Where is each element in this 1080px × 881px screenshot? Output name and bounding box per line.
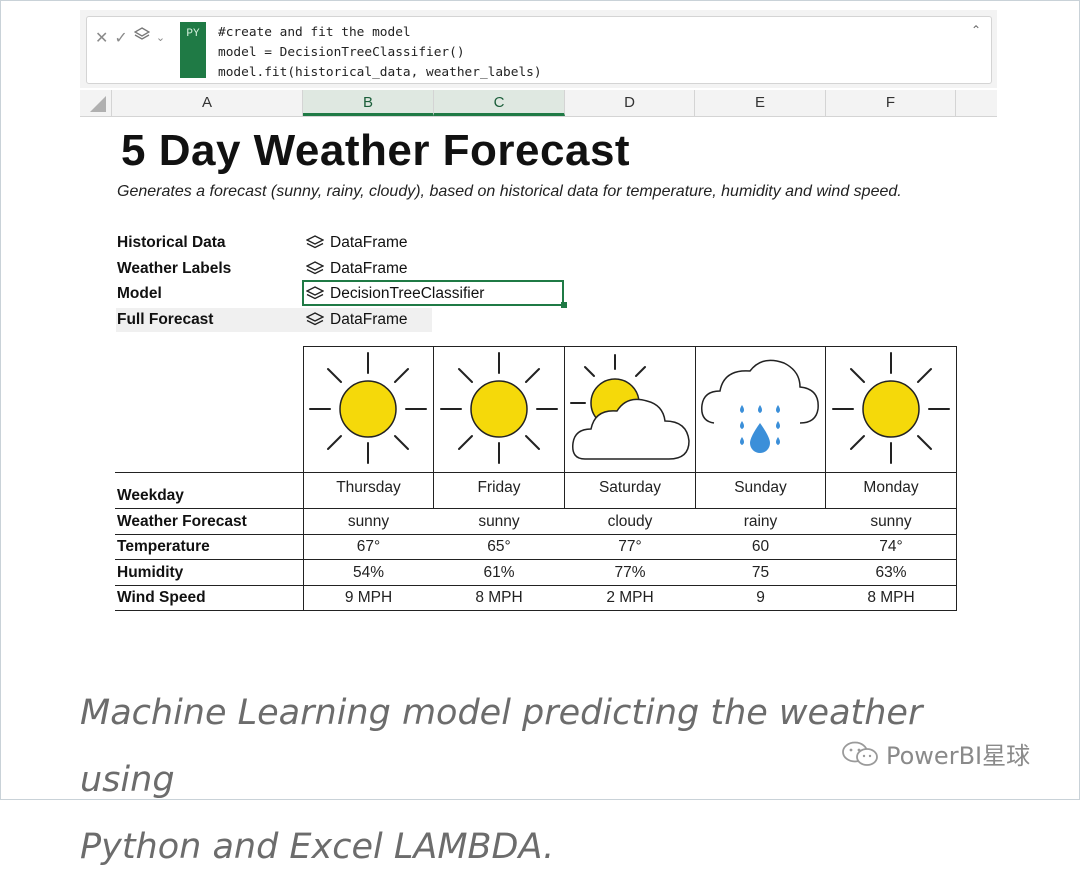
enter-icon[interactable]: ✓ [114, 28, 127, 48]
row-label-weather-forecast: Weather Forecast [117, 513, 247, 530]
grid-line [115, 508, 957, 509]
column-header-d[interactable]: D [565, 90, 695, 116]
temperature-cell[interactable]: 67° [304, 538, 433, 556]
python-badge: PY [180, 22, 206, 78]
weekday-cell[interactable]: Monday [826, 479, 956, 497]
weekday-cell[interactable]: Friday [434, 479, 564, 497]
code-line: model = DecisionTreeClassifier() [218, 45, 465, 60]
grid-line [115, 610, 957, 611]
column-header-a[interactable]: A [112, 90, 303, 116]
formula-controls: ✕ ✓ ⌄ [95, 27, 165, 48]
param-value-text: DataFrame [330, 234, 408, 251]
wind-speed-cell[interactable]: 8 MPH [826, 589, 956, 607]
page-subtitle: Generates a forecast (sunny, rainy, clou… [117, 183, 902, 200]
grid-line [115, 585, 957, 586]
param-value-historical-data[interactable]: DataFrame [306, 234, 408, 252]
humidity-cell[interactable]: 75 [696, 564, 825, 582]
fill-handle[interactable] [561, 302, 567, 308]
watermark-text: PowerBI星球 [886, 742, 1031, 770]
forecast-cell[interactable]: sunny [434, 513, 564, 531]
temperature-cell[interactable]: 77° [565, 538, 695, 556]
row-label-humidity: Humidity [117, 564, 184, 581]
column-header-c[interactable]: C [434, 90, 565, 116]
watermark: PowerBI星球 [840, 736, 1030, 771]
column-header-e[interactable]: E [695, 90, 826, 116]
formula-bar: ✕ ✓ ⌄ PY #create and fit the model model … [80, 10, 997, 88]
dataframe-icon [306, 312, 324, 326]
dataframe-icon [306, 235, 324, 249]
wind-speed-cell[interactable]: 2 MPH [565, 589, 695, 607]
param-label-historical-data: Historical Data [117, 234, 226, 251]
row-label-temperature: Temperature [117, 538, 210, 555]
article-caption: Machine Learning model predicting the we… [80, 680, 1020, 881]
grid-line [115, 559, 957, 560]
grid-line [115, 472, 957, 473]
param-value-weather-labels[interactable]: DataFrame [306, 260, 408, 278]
forecast-cell[interactable]: cloudy [565, 513, 695, 531]
wind-speed-cell[interactable]: 8 MPH [434, 589, 564, 607]
param-label-full-forecast: Full Forecast [117, 311, 214, 328]
forecast-cell[interactable]: sunny [304, 513, 433, 531]
sun-icon [309, 352, 427, 464]
column-header-b[interactable]: B [303, 90, 434, 116]
corner-triangle-icon [90, 96, 106, 112]
column-header-bar: A B C D E F [80, 90, 997, 117]
param-value-text: DataFrame [330, 311, 408, 328]
temperature-cell[interactable]: 74° [826, 538, 956, 556]
row-label-weekday: Weekday [117, 487, 184, 504]
cloudy-icon [570, 354, 690, 460]
param-value-text: DataFrame [330, 260, 408, 277]
page-title: 5 Day Weather Forecast [121, 126, 631, 175]
grid-line [115, 534, 957, 535]
param-value-full-forecast[interactable]: DataFrame [306, 311, 408, 329]
sun-icon [440, 352, 558, 464]
forecast-cell[interactable]: rainy [696, 513, 825, 531]
chevron-down-icon[interactable]: ⌄ [156, 31, 165, 44]
formula-input[interactable]: ✕ ✓ ⌄ PY #create and fit the model model … [86, 16, 992, 84]
weekday-cell[interactable]: Saturday [565, 479, 695, 497]
row-label-wind-speed: Wind Speed [117, 589, 206, 606]
code-line: #create and fit the model [218, 25, 411, 40]
humidity-cell[interactable]: 77% [565, 564, 695, 582]
selected-cell-border [302, 280, 564, 306]
wechat-icon [842, 741, 878, 766]
temperature-cell[interactable]: 60 [696, 538, 825, 556]
wind-speed-cell[interactable]: 9 MPH [304, 589, 433, 607]
sun-icon [832, 352, 950, 464]
humidity-cell[interactable]: 61% [434, 564, 564, 582]
grid-line [956, 346, 957, 611]
dataframe-icon [306, 261, 324, 275]
layers-icon[interactable] [133, 27, 151, 48]
cancel-icon[interactable]: ✕ [95, 28, 108, 48]
humidity-cell[interactable]: 63% [826, 564, 956, 582]
weekday-cell[interactable]: Thursday [304, 479, 433, 497]
forecast-cell[interactable]: sunny [826, 513, 956, 531]
code-line: model.fit(historical_data, weather_label… [218, 65, 542, 80]
weekday-cell[interactable]: Sunday [696, 479, 825, 497]
column-header-f[interactable]: F [826, 90, 956, 116]
collapse-icon[interactable]: ⌃ [971, 23, 981, 37]
caption-line: Python and Excel LAMBDA. [80, 827, 555, 867]
humidity-cell[interactable]: 54% [304, 564, 433, 582]
python-code[interactable]: #create and fit the model model = Decisio… [218, 23, 542, 83]
wind-speed-cell[interactable]: 9 [696, 589, 825, 607]
temperature-cell[interactable]: 65° [434, 538, 564, 556]
param-label-weather-labels: Weather Labels [117, 260, 232, 277]
rain-icon [701, 359, 819, 453]
param-label-model: Model [117, 285, 162, 302]
